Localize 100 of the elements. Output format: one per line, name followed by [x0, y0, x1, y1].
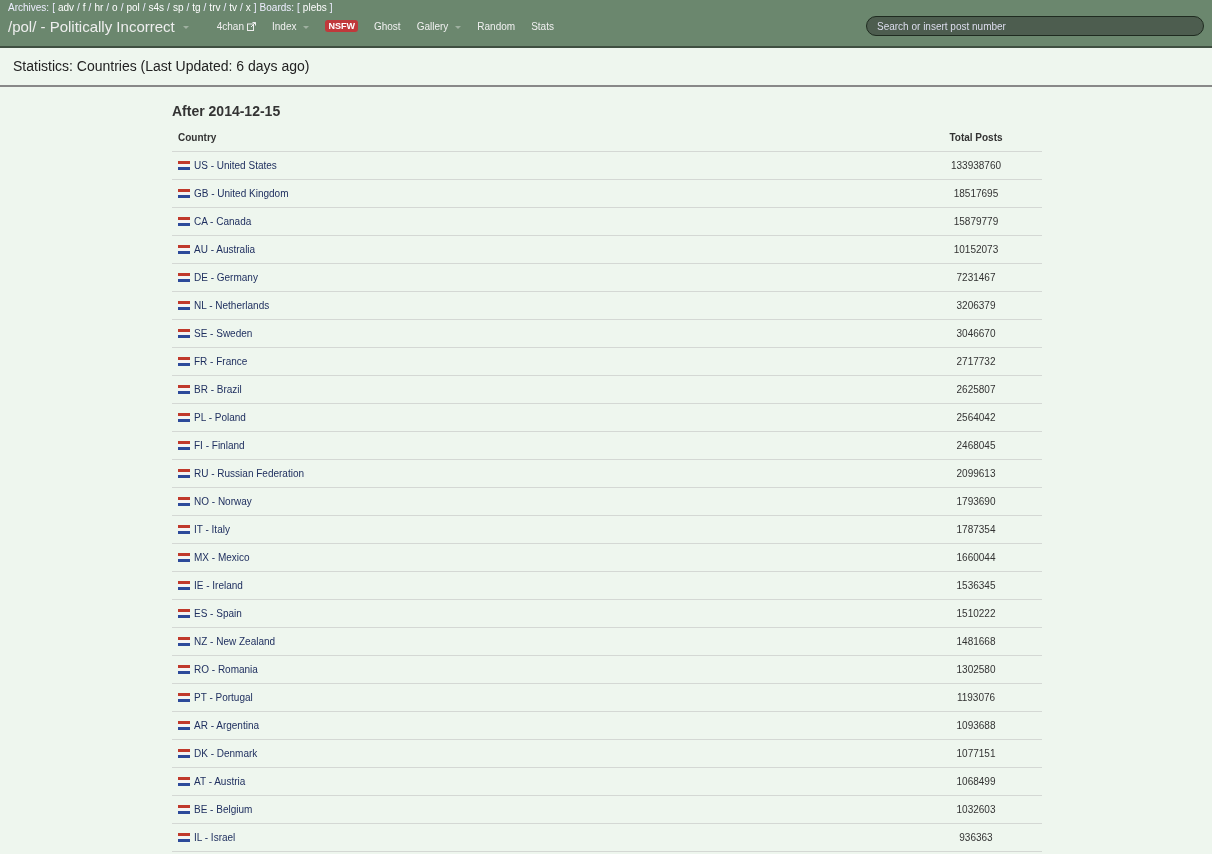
country-link[interactable]: DE - Germany: [194, 271, 258, 283]
country-link[interactable]: CA - Canada: [194, 215, 252, 227]
country-link[interactable]: ES - Spain: [194, 607, 242, 619]
country-link[interactable]: FR - France: [194, 355, 248, 367]
table-cell: 1077151: [910, 739, 1042, 768]
table-cell: 18517695: [910, 179, 1042, 208]
table-cell: 10152073: [910, 235, 1042, 264]
table-cell: 3206379: [910, 291, 1042, 320]
page-title: Statistics: Countries (Last Updated: 6 days ago): [0, 48, 1212, 87]
flag-icon: [178, 272, 190, 282]
flag-icon: [178, 412, 190, 422]
country-link[interactable]: IE - Ireland: [194, 579, 243, 591]
caret-icon: [455, 26, 462, 29]
flag-icon: [178, 580, 190, 590]
nav-link[interactable]: Random: [469, 20, 524, 32]
board-link[interactable]: f: [82, 1, 86, 14]
search-field[interactable]: Search or insert post number: [866, 16, 1204, 36]
table-cell: 1481668: [910, 627, 1042, 656]
flag-icon: [178, 356, 190, 366]
table-cell: 1793690: [910, 487, 1042, 516]
flag-icon: [178, 524, 190, 534]
caret-icon: [303, 26, 310, 29]
table-cell: 1068499: [910, 767, 1042, 796]
board-link[interactable]: x: [245, 1, 251, 14]
separator: /: [120, 1, 124, 14]
country-link[interactable]: BE - Belgium: [194, 803, 253, 815]
caret-icon: [182, 26, 189, 29]
table-cell: 3046670: [910, 319, 1042, 348]
country-link[interactable]: BR - Brazil: [194, 383, 242, 395]
flag-icon: [178, 608, 190, 618]
board-link[interactable]: trv: [209, 1, 221, 14]
flag-icon: [178, 664, 190, 674]
board-link[interactable]: o: [112, 1, 118, 14]
country-link[interactable]: RU - Russian Federation: [194, 467, 305, 479]
country-link[interactable]: RO - Romania: [194, 663, 258, 675]
table-cell: 1510222: [910, 599, 1042, 628]
nav-link[interactable]: Ghost: [365, 20, 409, 32]
bracket: [: [52, 1, 55, 14]
board-link[interactable]: plebs: [302, 1, 327, 14]
flag-icon: [178, 160, 190, 170]
archive-label: Boards:: [259, 1, 295, 14]
table-cell: 2625807: [910, 375, 1042, 404]
table-cell: 1660044: [910, 543, 1042, 572]
country-link[interactable]: NL - Netherlands: [194, 299, 270, 311]
table-cell: 15879779: [910, 207, 1042, 236]
table-cell: 1093688: [910, 711, 1042, 740]
nav-dropdown[interactable]: Gallery: [408, 20, 470, 32]
section-title: After 2014-12-15: [172, 103, 282, 119]
bracket: ]: [253, 1, 257, 14]
table-cell: 7231467: [910, 263, 1042, 292]
country-link[interactable]: NZ - New Zealand: [194, 635, 276, 647]
flag-icon: [178, 216, 190, 226]
board-link[interactable]: tg: [192, 1, 201, 14]
flag-icon: [178, 720, 190, 730]
separator: /: [223, 1, 227, 14]
nsfw-badge[interactable]: NSFW: [325, 20, 358, 32]
column-header: Total Posts: [910, 125, 1042, 152]
country-link[interactable]: AU - Australia: [194, 243, 256, 255]
separator: /: [77, 1, 80, 14]
board-link[interactable]: s4s: [148, 1, 165, 14]
country-link[interactable]: IT - Italy: [194, 523, 230, 535]
nav-dropdown[interactable]: Index: [264, 20, 318, 32]
country-link[interactable]: NO - Norway: [194, 495, 252, 507]
board-link[interactable]: tv: [229, 1, 238, 14]
table-cell: 1032603: [910, 795, 1042, 824]
table-cell: 133938760: [910, 151, 1042, 180]
separator: /: [88, 1, 92, 14]
board-link[interactable]: adv: [57, 1, 75, 14]
nav-link[interactable]: 4chan: [208, 20, 264, 32]
separator: /: [240, 1, 243, 14]
country-link[interactable]: AT - Austria: [194, 775, 246, 787]
board-link[interactable]: hr: [94, 1, 104, 14]
flag-icon: [178, 804, 190, 814]
flag-icon: [178, 244, 190, 254]
separator: /: [106, 1, 110, 14]
table-cell: 1302580: [910, 655, 1042, 684]
country-link[interactable]: DK - Denmark: [194, 747, 258, 759]
country-link[interactable]: AR - Argentina: [194, 719, 260, 731]
column-header: Country: [172, 125, 910, 152]
flag-icon: [178, 300, 190, 310]
country-link[interactable]: US - United States: [194, 159, 277, 171]
bracket: [: [297, 1, 300, 14]
bracket: ]: [329, 1, 333, 14]
country-link[interactable]: PT - Portugal: [194, 691, 253, 703]
country-link[interactable]: IL - Israel: [194, 831, 236, 843]
nav-link[interactable]: Stats: [523, 20, 562, 32]
country-link[interactable]: MX - Mexico: [194, 551, 250, 563]
country-link[interactable]: SE - Sweden: [194, 327, 253, 339]
country-link[interactable]: GB - United Kingdom: [194, 187, 289, 199]
board-link[interactable]: sp: [172, 1, 184, 14]
table-cell: 2099613: [910, 459, 1042, 488]
country-link[interactable]: PL - Poland: [194, 411, 246, 423]
table-cell: 1787354: [910, 515, 1042, 544]
country-link[interactable]: FI - Finland: [194, 439, 245, 451]
flag-icon: [178, 636, 190, 646]
flag-icon: [178, 692, 190, 702]
table-cell: 2717732: [910, 347, 1042, 376]
flag-icon: [178, 832, 190, 842]
separator: /: [167, 1, 170, 14]
board-link[interactable]: pol: [126, 1, 140, 14]
